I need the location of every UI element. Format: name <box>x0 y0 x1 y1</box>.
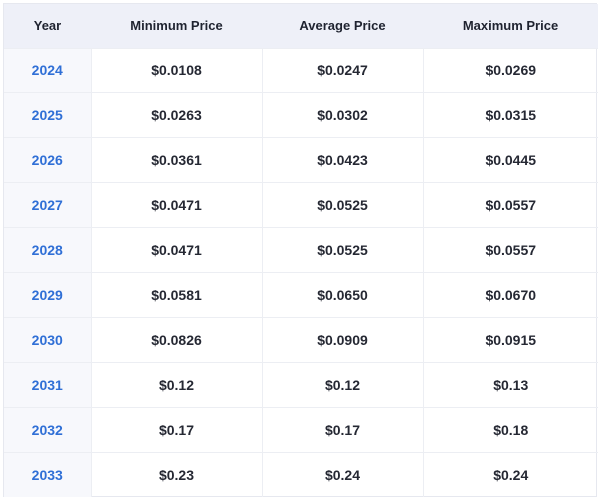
minimum-price-cell: $0.0263 <box>91 92 263 139</box>
year-cell[interactable]: 2032 <box>4 407 92 453</box>
header-minimum-price[interactable]: Minimum Price <box>91 4 262 49</box>
header-average-price[interactable]: Average Price <box>262 4 423 49</box>
minimum-price-cell: $0.0471 <box>91 227 263 273</box>
price-prediction-table: Year Minimum Price Average Price Maximum… <box>4 4 598 497</box>
average-price-cell: $0.0423 <box>262 137 424 184</box>
header-row: Year Minimum Price Average Price Maximum… <box>4 4 598 49</box>
minimum-price-cell: $0.0361 <box>91 137 263 184</box>
average-price-cell: $0.0525 <box>262 227 424 273</box>
maximum-price-cell: $0.0269 <box>423 48 598 94</box>
table-row: 2026 $0.0361 $0.0423 $0.0445 <box>4 137 598 184</box>
minimum-price-cell: $0.0108 <box>91 48 263 94</box>
table-row: 2032 $0.17 $0.17 $0.18 <box>4 407 598 453</box>
header-maximum-price[interactable]: Maximum Price <box>423 4 598 49</box>
table-row: 2025 $0.0263 $0.0302 $0.0315 <box>4 92 598 139</box>
maximum-price-cell: $0.0915 <box>423 317 598 363</box>
header-year[interactable]: Year <box>4 4 91 49</box>
minimum-price-cell: $0.17 <box>91 407 263 453</box>
table-row: 2024 $0.0108 $0.0247 $0.0269 <box>4 48 598 94</box>
maximum-price-cell: $0.13 <box>423 362 598 408</box>
maximum-price-cell: $0.0670 <box>423 272 598 318</box>
average-price-cell: $0.0650 <box>262 272 424 318</box>
average-price-cell: $0.0909 <box>262 317 424 363</box>
maximum-price-cell: $0.0445 <box>423 137 598 184</box>
minimum-price-cell: $0.0581 <box>91 272 263 318</box>
average-price-cell: $0.24 <box>262 452 424 497</box>
minimum-price-cell: $0.12 <box>91 362 263 408</box>
year-cell[interactable]: 2026 <box>4 137 92 184</box>
minimum-price-cell: $0.23 <box>91 452 263 497</box>
average-price-cell: $0.0302 <box>262 92 424 139</box>
year-cell[interactable]: 2028 <box>4 227 92 273</box>
year-cell[interactable]: 2033 <box>4 452 92 497</box>
minimum-price-cell: $0.0471 <box>91 182 263 229</box>
table-row: 2031 $0.12 $0.12 $0.13 <box>4 362 598 408</box>
minimum-price-cell: $0.0826 <box>91 317 263 363</box>
year-cell[interactable]: 2025 <box>4 92 92 139</box>
year-cell[interactable]: 2029 <box>4 272 92 318</box>
maximum-price-cell: $0.0557 <box>423 182 598 229</box>
maximum-price-cell: $0.0557 <box>423 227 598 273</box>
average-price-cell: $0.0247 <box>262 48 424 94</box>
maximum-price-cell: $0.24 <box>493 466 529 483</box>
price-prediction-table-container: Year Minimum Price Average Price Maximum… <box>3 3 598 497</box>
average-price-cell: $0.17 <box>262 407 424 453</box>
year-cell[interactable]: 2030 <box>4 317 92 363</box>
table-row: 2030 $0.0826 $0.0909 $0.0915 <box>4 317 598 363</box>
average-price-cell: $0.0525 <box>262 182 424 229</box>
average-price-cell: $0.12 <box>262 362 424 408</box>
table-row: 2029 $0.0581 $0.0650 $0.0670 <box>4 272 598 318</box>
maximum-price-cell: $0.0315 <box>423 92 598 139</box>
table-row: 2033 $0.23 $0.24 $0.24 <box>4 452 598 497</box>
table-row: 2028 $0.0471 $0.0525 $0.0557 <box>4 227 598 273</box>
table-body: 2024 $0.0108 $0.0247 $0.0269 2025 $0.026… <box>4 48 598 497</box>
year-cell[interactable]: 2027 <box>4 182 92 229</box>
table-row: 2027 $0.0471 $0.0525 $0.0557 <box>4 182 598 229</box>
maximum-price-cell: $0.18 <box>423 407 598 453</box>
year-cell[interactable]: 2024 <box>4 48 92 94</box>
table-header: Year Minimum Price Average Price Maximum… <box>4 4 598 49</box>
year-cell[interactable]: 2031 <box>4 362 92 408</box>
